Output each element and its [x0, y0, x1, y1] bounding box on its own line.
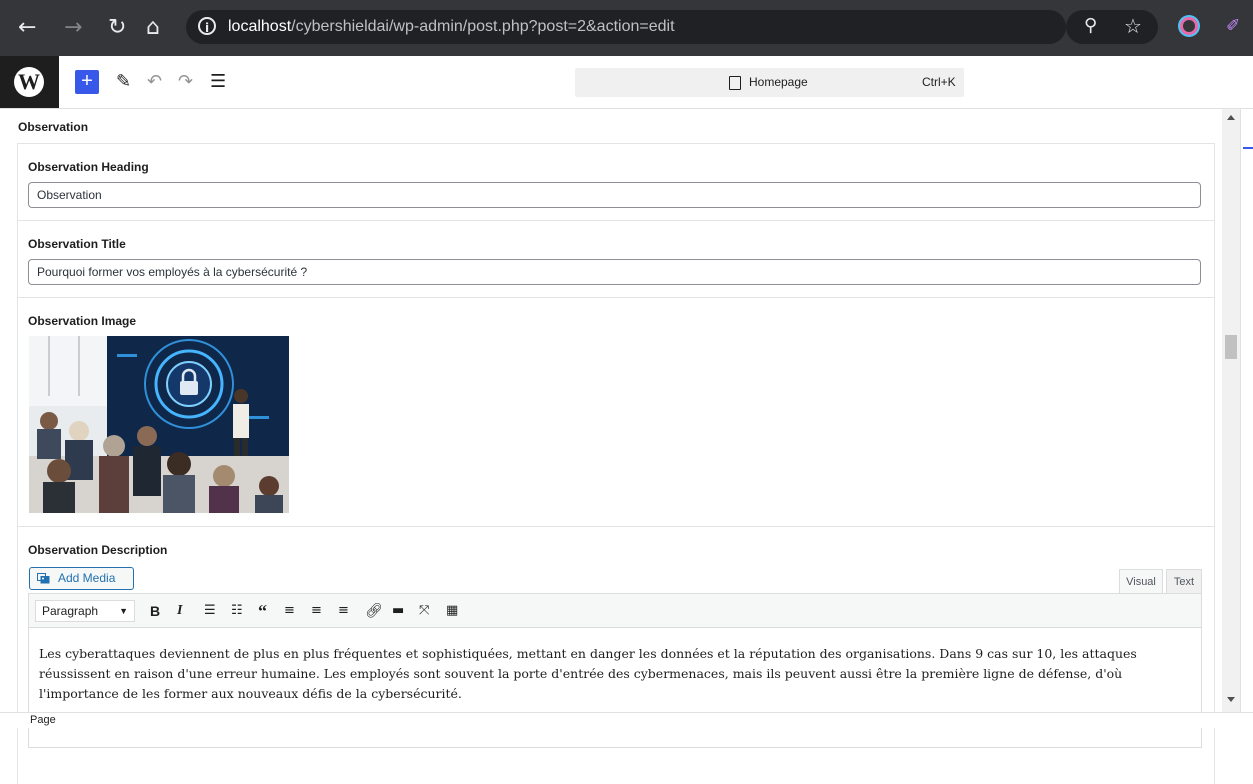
align-center-icon[interactable]: ≡: [311, 601, 322, 621]
description-editor[interactable]: Les cyberattaques deviennent de plus en …: [28, 628, 1202, 748]
pen-extension-icon[interactable]: ✐: [1226, 16, 1240, 36]
wordpress-icon: W: [14, 67, 44, 97]
extension-icon[interactable]: [1180, 17, 1198, 35]
observation-image-label: Observation Image: [28, 314, 137, 328]
breadcrumb[interactable]: Page: [30, 714, 56, 726]
divider: [18, 297, 1214, 298]
numbered-list-icon[interactable]: ☷: [231, 601, 243, 621]
observation-title-input[interactable]: Pourquoi former vos employés à la cybers…: [28, 259, 1201, 285]
observation-title-label: Observation Title: [28, 237, 126, 251]
browser-toolbar: ← → ↻ ⌂ i localhost/cybershieldai/wp-adm…: [0, 0, 1253, 56]
editor-header: W + ✎ ↶ ↷ ☰ Homepage Ctrl+K: [0, 56, 1253, 109]
command-palette[interactable]: Homepage Ctrl+K: [575, 68, 964, 97]
scroll-up-icon[interactable]: [1227, 115, 1235, 120]
site-info-icon[interactable]: i: [198, 17, 216, 35]
align-left-icon[interactable]: ≡: [284, 601, 295, 621]
add-media-button[interactable]: Add Media: [29, 567, 134, 590]
pencil-tool-icon[interactable]: ✎: [116, 70, 131, 94]
bulleted-list-icon[interactable]: ☰: [204, 601, 216, 621]
chevron-down-icon: ▼: [119, 606, 128, 616]
address-bar-actions: ⚲ ☆: [1066, 10, 1158, 44]
home-icon[interactable]: ⌂: [146, 13, 160, 43]
toolbar-toggle-icon[interactable]: ▦: [446, 601, 458, 621]
link-icon[interactable]: 🔗︎: [365, 601, 383, 621]
zoom-icon[interactable]: ⚲: [1084, 15, 1097, 36]
align-right-icon[interactable]: ≡: [338, 601, 349, 621]
reload-icon[interactable]: ↻: [108, 13, 126, 43]
document-title: Homepage: [749, 75, 808, 89]
tab-visual[interactable]: Visual: [1119, 569, 1163, 594]
bold-button[interactable]: B: [150, 601, 160, 621]
divider: [18, 220, 1214, 221]
tab-text[interactable]: Text: [1166, 569, 1202, 593]
section-title: Observation: [18, 120, 89, 134]
settings-sidebar-edge: [1240, 109, 1253, 712]
bookmark-star-icon[interactable]: ☆: [1124, 14, 1142, 38]
divider: [18, 526, 1214, 527]
add-media-label: Add Media: [58, 571, 116, 585]
vertical-scrollbar[interactable]: [1222, 109, 1240, 712]
address-bar[interactable]: i localhost/cybershieldai/wp-admin/post.…: [186, 10, 1066, 44]
format-select[interactable]: Paragraph ▼: [35, 600, 135, 622]
format-select-value: Paragraph: [42, 604, 99, 618]
scroll-thumb[interactable]: [1225, 335, 1237, 359]
observation-heading-label: Observation Heading: [28, 160, 149, 174]
editor-footer: Page: [0, 712, 1253, 728]
add-media-icon: [37, 573, 50, 584]
undo-icon[interactable]: ↶: [147, 70, 162, 94]
keyboard-shortcut: Ctrl+K: [922, 75, 956, 89]
italic-button[interactable]: I: [177, 601, 182, 621]
redo-icon[interactable]: ↷: [178, 70, 193, 94]
url-text[interactable]: localhost/cybershieldai/wp-admin/post.ph…: [228, 16, 675, 38]
active-indicator: [1243, 147, 1253, 149]
editor-content: Observation Observation Heading Observat…: [0, 109, 1222, 784]
document-overview-icon[interactable]: ☰: [210, 70, 226, 94]
observation-image[interactable]: [29, 336, 289, 513]
back-icon[interactable]: ←: [18, 13, 36, 43]
read-more-icon[interactable]: ▬: [392, 601, 404, 621]
observation-description-label: Observation Description: [28, 543, 168, 557]
blockquote-icon[interactable]: “: [258, 601, 267, 621]
page-icon: [729, 76, 741, 90]
wordpress-logo[interactable]: W: [0, 56, 59, 108]
observation-heading-input[interactable]: Observation: [28, 182, 1201, 208]
scroll-down-icon[interactable]: [1227, 697, 1235, 702]
fullscreen-icon[interactable]: ⤧: [419, 601, 429, 621]
editor-toolbar: Paragraph ▼ B I ☰ ☷ “ ≡ ≡ ≡ 🔗︎ ▬ ⤧ ▦: [28, 593, 1202, 628]
forward-icon[interactable]: →: [64, 13, 82, 43]
block-inserter-button[interactable]: +: [75, 70, 99, 94]
url-host: localhost: [228, 18, 292, 35]
url-path: /cybershieldai/wp-admin/post.php?post=2&…: [291, 18, 675, 35]
observation-panel: Observation Heading Observation Observat…: [17, 143, 1215, 784]
